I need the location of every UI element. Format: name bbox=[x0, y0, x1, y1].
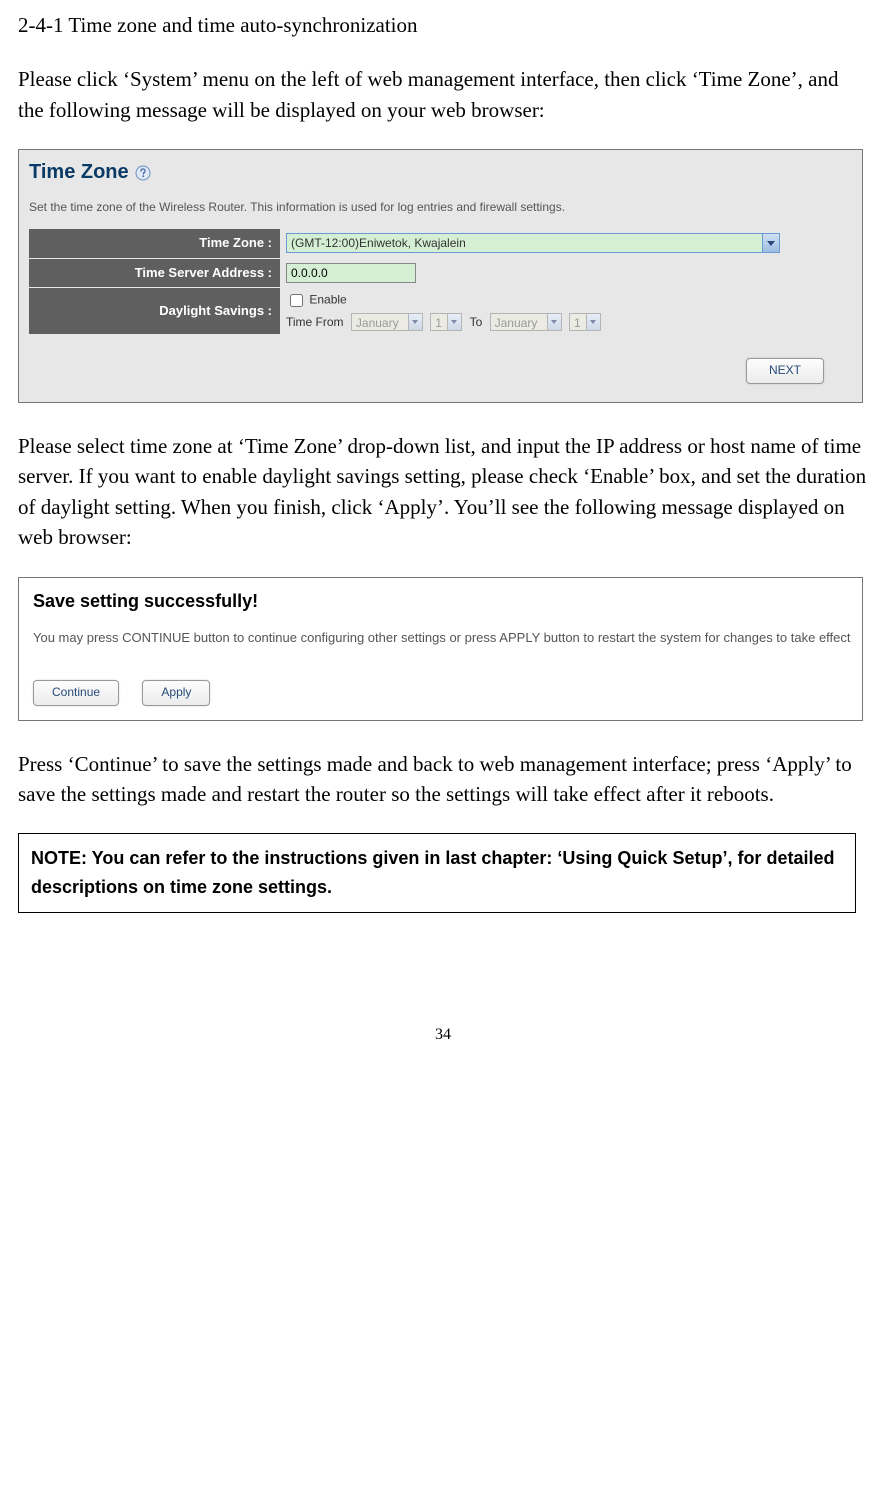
time-zone-panel: Time Zone Set the time zone of the Wirel… bbox=[18, 149, 863, 403]
from-month-select: January bbox=[351, 313, 409, 331]
paragraph-continue: Press ‘Continue’ to save the settings ma… bbox=[18, 749, 868, 810]
time-from-label: Time From bbox=[286, 315, 344, 329]
enable-daylight-checkbox[interactable] bbox=[290, 294, 303, 307]
next-button[interactable]: NEXT bbox=[746, 358, 824, 383]
label-time-zone: Time Zone : bbox=[29, 229, 280, 258]
panel-title-text: Time Zone bbox=[29, 158, 129, 187]
page-number: 34 bbox=[18, 1023, 868, 1046]
panel-description: Set the time zone of the Wireless Router… bbox=[29, 199, 852, 216]
help-icon[interactable] bbox=[135, 165, 151, 181]
time-zone-select[interactable]: (GMT-12:00)Eniwetok, Kwajalein bbox=[286, 233, 766, 253]
continue-button[interactable]: Continue bbox=[33, 680, 119, 705]
enable-label: Enable bbox=[309, 293, 346, 307]
to-day-select: 1 bbox=[569, 313, 587, 331]
chevron-down-icon bbox=[448, 313, 462, 331]
label-time-server: Time Server Address : bbox=[29, 258, 280, 288]
note-box: NOTE: You can refer to the instructions … bbox=[18, 833, 856, 913]
paragraph-fields: Please select time zone at ‘Time Zone’ d… bbox=[18, 431, 868, 553]
time-server-input[interactable] bbox=[286, 263, 416, 283]
panel-title: Time Zone bbox=[29, 158, 852, 187]
label-daylight-savings: Daylight Savings : bbox=[29, 288, 280, 335]
paragraph-intro: Please click ‘System’ menu on the left o… bbox=[18, 64, 868, 125]
chevron-down-icon[interactable] bbox=[762, 233, 780, 253]
save-success-panel: Save setting successfully! You may press… bbox=[18, 577, 863, 721]
chevron-down-icon bbox=[548, 313, 562, 331]
section-title: 2-4-1 Time zone and time auto-synchroniz… bbox=[18, 10, 868, 40]
to-month-select: January bbox=[490, 313, 548, 331]
settings-table: Time Zone : (GMT-12:00)Eniwetok, Kwajale… bbox=[29, 229, 852, 336]
chevron-down-icon bbox=[587, 313, 601, 331]
to-label: To bbox=[470, 315, 483, 329]
apply-button[interactable]: Apply bbox=[142, 680, 210, 705]
save-success-desc: You may press CONTINUE button to continu… bbox=[33, 628, 852, 648]
save-success-title: Save setting successfully! bbox=[33, 588, 852, 614]
from-day-select: 1 bbox=[430, 313, 448, 331]
chevron-down-icon bbox=[409, 313, 423, 331]
